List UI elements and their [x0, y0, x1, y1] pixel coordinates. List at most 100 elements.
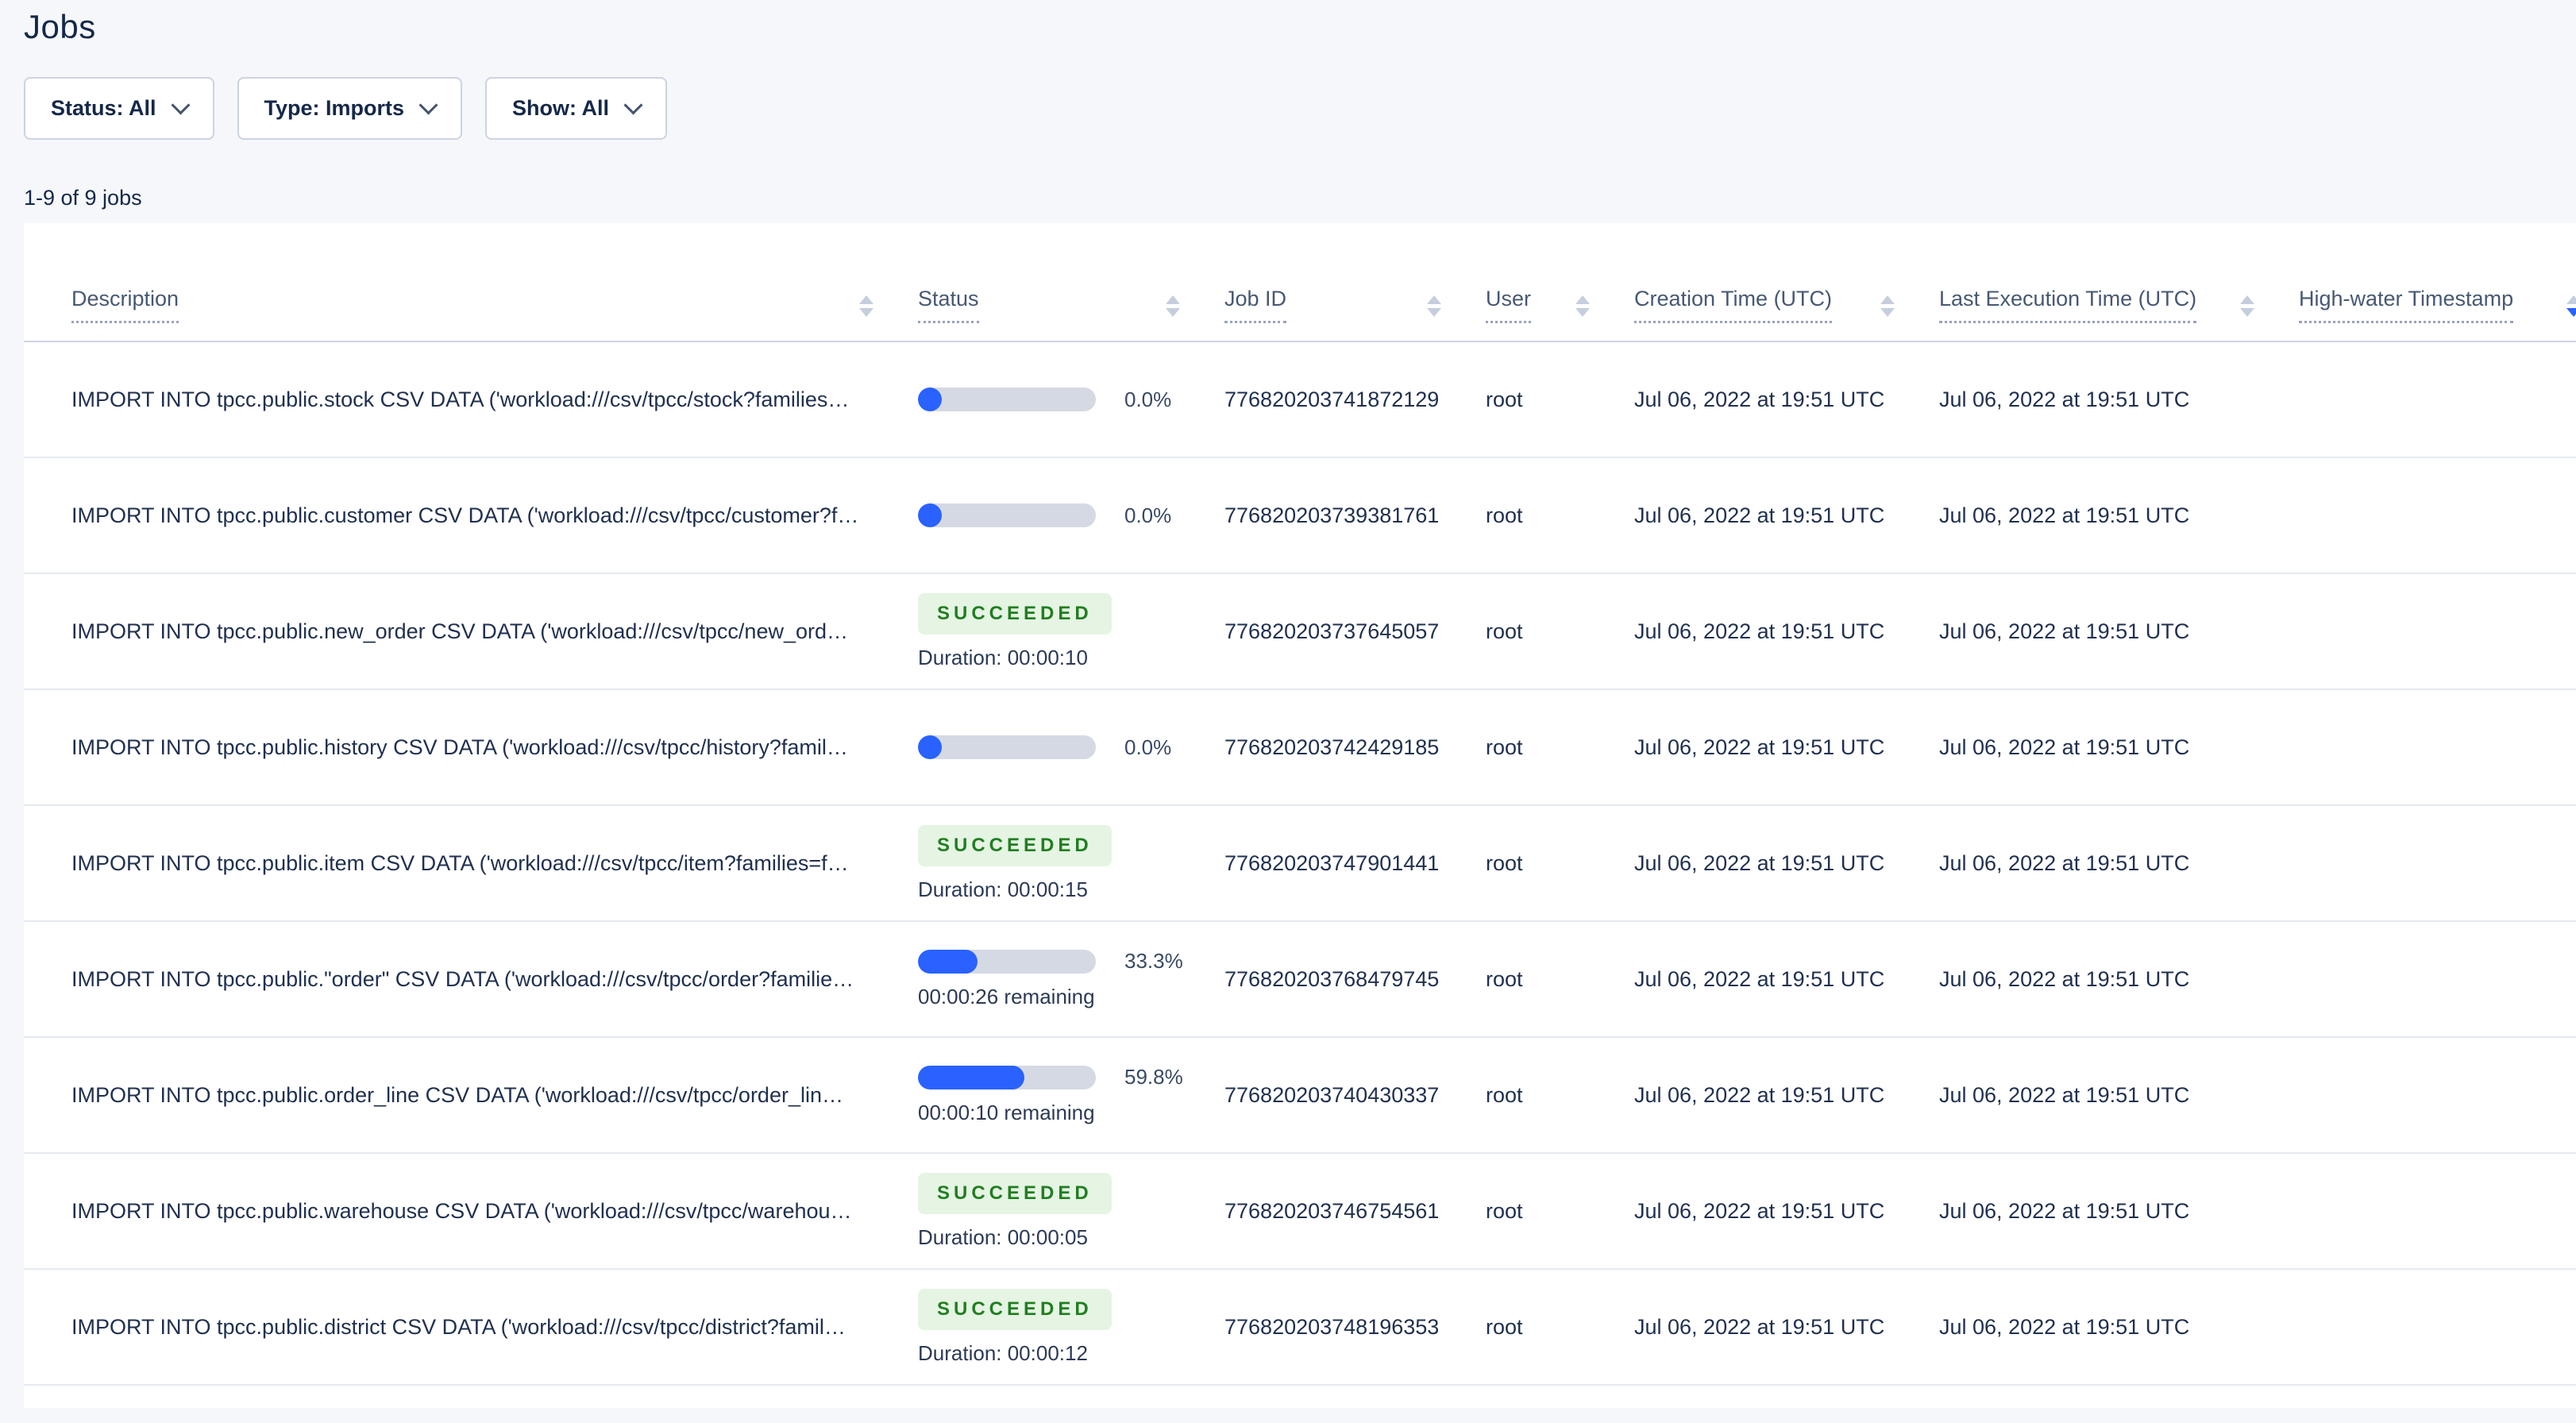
column-label: Creation Time (UTC) [1634, 287, 1833, 323]
column-header-description[interactable]: Description [71, 287, 918, 341]
last-execution-time-cell: Jul 06, 2022 at 19:51 UTC [1939, 850, 2190, 875]
column-label: Job ID [1224, 287, 1287, 323]
jobs-table-card: Description Status Job ID User Creation Time… [24, 223, 2576, 1408]
sort-desc-icon [1166, 308, 1180, 317]
job-id-cell: 776820203739381761 [1224, 503, 1440, 527]
chevron-down-icon [418, 95, 438, 115]
progress-bar [918, 735, 1096, 759]
status-filter-dropdown[interactable]: Status: All [24, 77, 214, 140]
sort-desc-icon [1427, 308, 1441, 317]
progress-bar-row: 0.0% [918, 735, 1224, 760]
column-header-creation-time-utc[interactable]: Creation Time (UTC) [1634, 287, 1939, 341]
job-row[interactable]: IMPORT INTO tpcc.public.warehouse CSV DA… [24, 1154, 2576, 1270]
duration-text: Duration: 00:00:05 [918, 1224, 1088, 1249]
column-label: Description [71, 287, 179, 323]
sort-desc-icon [1575, 308, 1590, 317]
user-cell: root [1486, 1198, 1523, 1223]
job-row[interactable]: IMPORT INTO tpcc.public.new_order CSV DA… [24, 574, 2576, 690]
job-id-cell: 776820203737645057 [1224, 619, 1440, 643]
user-cell: root [1486, 966, 1523, 991]
show-filter-dropdown[interactable]: Show: All [485, 77, 668, 140]
sort-asc-icon [1166, 295, 1180, 304]
duration-text: Duration: 00:00:12 [918, 1340, 1088, 1365]
description-cell[interactable]: IMPORT INTO tpcc.public.item CSV DATA ('… [71, 851, 918, 876]
last-execution-time-cell: Jul 06, 2022 at 19:51 UTC [1939, 1314, 2190, 1339]
status-badge: SUCCEEDED [918, 1288, 1112, 1330]
type-filter-dropdown[interactable]: Type: Imports [237, 77, 463, 140]
progress-fill [918, 735, 942, 759]
job-row[interactable]: IMPORT INTO tpcc.public."order" CSV DATA… [24, 922, 2576, 1038]
job-row[interactable]: IMPORT INTO tpcc.public.stock CSV DATA (… [24, 342, 2576, 458]
progress-bar-row: 0.0% [918, 503, 1224, 528]
progress-percent: 0.0% [1124, 735, 1172, 759]
description-cell[interactable]: IMPORT INTO tpcc.public.district CSV DAT… [71, 1315, 918, 1340]
progress-bar [918, 503, 1096, 527]
job-row[interactable]: IMPORT INTO tpcc.public.item CSV DATA ('… [24, 806, 2576, 922]
progress-bar-row: 0.0% [918, 388, 1224, 412]
creation-time-cell: Jul 06, 2022 at 19:51 UTC [1634, 503, 1885, 527]
status-cell: 33.3% 00:00:26 remaining [918, 949, 1224, 1009]
column-header-last-execution-time-utc[interactable]: Last Execution Time (UTC) [1939, 287, 2299, 341]
table-header-row: Description Status Job ID User Creation Time… [24, 223, 2576, 342]
sort-carets-icon[interactable] [1427, 295, 1441, 317]
sort-carets-icon[interactable] [1575, 295, 1590, 317]
creation-time-cell: Jul 06, 2022 at 19:51 UTC [1634, 1082, 1885, 1107]
description-cell[interactable]: IMPORT INTO tpcc.public.history CSV DATA… [71, 735, 918, 760]
description-cell[interactable]: IMPORT INTO tpcc.public."order" CSV DATA… [71, 967, 918, 992]
status-cell: 59.8% 00:00:10 remaining [918, 1065, 1224, 1125]
column-label: High-water Timestamp [2299, 287, 2514, 323]
progress-fill [918, 503, 942, 527]
sort-asc-icon [1575, 295, 1590, 304]
type-filter-label: Type: Imports [264, 96, 405, 120]
column-header-user[interactable]: User [1486, 287, 1634, 341]
sort-carets-icon[interactable] [1880, 295, 1895, 317]
creation-time-cell: Jul 06, 2022 at 19:51 UTC [1634, 387, 1885, 411]
progress-fill [918, 388, 942, 411]
status-cell: SUCCEEDED Duration: 00:00:15 [918, 824, 1224, 902]
user-cell: root [1486, 1082, 1523, 1107]
sort-carets-icon[interactable] [2566, 295, 2576, 317]
job-id-cell: 776820203747901441 [1224, 850, 1440, 875]
description-cell[interactable]: IMPORT INTO tpcc.public.warehouse CSV DA… [71, 1199, 918, 1224]
job-row[interactable]: IMPORT INTO tpcc.public.history CSV DATA… [24, 690, 2576, 806]
description-cell[interactable]: IMPORT INTO tpcc.public.new_order CSV DA… [71, 619, 918, 644]
sort-desc-icon [2240, 308, 2254, 317]
progress-fill [918, 1065, 1024, 1089]
sort-desc-icon [859, 308, 873, 317]
status-badge: SUCCEEDED [918, 592, 1112, 634]
sort-carets-icon[interactable] [859, 295, 873, 317]
duration-text: Duration: 00:00:10 [918, 645, 1088, 669]
table-body: IMPORT INTO tpcc.public.stock CSV DATA (… [24, 342, 2576, 1386]
job-row[interactable]: IMPORT INTO tpcc.public.customer CSV DAT… [24, 458, 2576, 574]
results-count: 1-9 of 9 jobs [24, 186, 142, 210]
job-row[interactable]: IMPORT INTO tpcc.public.district CSV DAT… [24, 1270, 2576, 1386]
sort-asc-icon [2240, 295, 2254, 304]
creation-time-cell: Jul 06, 2022 at 19:51 UTC [1634, 850, 1885, 875]
last-execution-time-cell: Jul 06, 2022 at 19:51 UTC [1939, 1198, 2190, 1223]
column-header-high-water-timestamp[interactable]: High-water Timestamp [2299, 287, 2576, 341]
creation-time-cell: Jul 06, 2022 at 19:51 UTC [1634, 966, 1885, 991]
last-execution-time-cell: Jul 06, 2022 at 19:51 UTC [1939, 619, 2190, 643]
description-cell[interactable]: IMPORT INTO tpcc.public.customer CSV DAT… [71, 503, 918, 528]
description-cell[interactable]: IMPORT INTO tpcc.public.stock CSV DATA (… [71, 388, 918, 412]
job-row[interactable]: IMPORT INTO tpcc.public.order_line CSV D… [24, 1038, 2576, 1154]
sort-carets-icon[interactable] [1166, 295, 1180, 317]
column-header-job-id[interactable]: Job ID [1224, 287, 1486, 341]
sort-asc-icon [2566, 295, 2576, 304]
duration-text: Duration: 00:00:15 [918, 877, 1088, 901]
user-cell: root [1486, 503, 1523, 527]
description-cell[interactable]: IMPORT INTO tpcc.public.order_line CSV D… [71, 1083, 918, 1108]
user-cell: root [1486, 850, 1523, 875]
sort-carets-icon[interactable] [2240, 295, 2254, 317]
progress-bar-row: 59.8% [918, 1065, 1224, 1089]
column-label: Status [918, 287, 979, 323]
status-badge: SUCCEEDED [918, 824, 1112, 866]
creation-time-cell: Jul 06, 2022 at 19:51 UTC [1634, 1198, 1885, 1223]
creation-time-cell: Jul 06, 2022 at 19:51 UTC [1634, 735, 1885, 759]
column-label: User [1486, 287, 1532, 323]
last-execution-time-cell: Jul 06, 2022 at 19:51 UTC [1939, 966, 2190, 991]
status-cell: SUCCEEDED Duration: 00:00:12 [918, 1288, 1224, 1366]
column-header-status[interactable]: Status [918, 287, 1224, 341]
progress-bar-row: 33.3% [918, 949, 1224, 974]
sort-desc-icon [2566, 308, 2576, 317]
